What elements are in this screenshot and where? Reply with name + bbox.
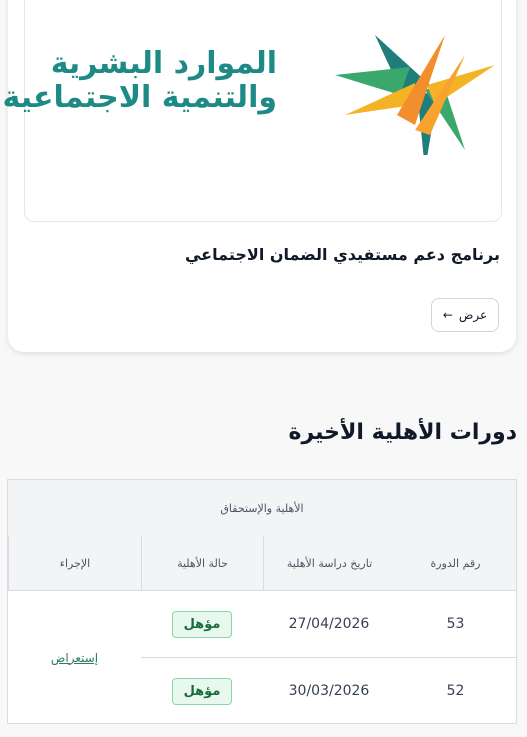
group-header: الأهلية والإستحقاق: [8, 480, 516, 537]
table-cell-cycle: 52: [446, 683, 465, 699]
section-title: دورات الأهلية الأخيرة: [288, 420, 517, 445]
ministry-logo-box: الموارد البشرية والتنمية الاجتماعية: [3, 0, 502, 222]
col-header-action: الإجراء: [8, 536, 141, 591]
col-header-date: تاريخ دراسة الأهلية: [263, 536, 395, 591]
ministry-logo-mark: [335, 35, 495, 155]
view-button[interactable]: عرض ←: [431, 298, 499, 332]
table-cell-cycle: 53: [446, 616, 465, 632]
table-cell-date: 30/03/2026: [288, 683, 370, 699]
logo-text-line1: الموارد البشرية: [50, 46, 277, 81]
status-badge: مؤهل: [171, 610, 233, 638]
review-link[interactable]: إستعراض: [51, 651, 98, 665]
program-title: برنامج دعم مستفيدي الضمان الاجتماعي: [184, 245, 500, 264]
logo-text-line2: والتنمية الاجتماعية: [2, 80, 277, 115]
status-badge: مؤهل: [171, 677, 233, 705]
table-cell-status: مؤهل: [141, 591, 263, 657]
view-button-label: عرض: [458, 308, 488, 322]
table-cell-action: إستعراض: [8, 591, 141, 724]
col-header-cycle: رقم الدورة: [395, 536, 516, 591]
table-cell-date: 27/04/2026: [288, 616, 370, 632]
eligibility-table: الأهلية والإستحقاق رقم الدورة تاريخ دراس…: [7, 479, 517, 724]
col-header-status: حالة الأهلية: [141, 536, 263, 591]
program-card: الموارد البشرية والتنمية الاجتماعية برنا…: [3, 0, 516, 352]
arrow-left-icon: ←: [442, 308, 453, 322]
ministry-logo-text: الموارد البشرية والتنمية الاجتماعية: [3, 47, 277, 115]
table-cell-status: مؤهل: [141, 658, 263, 724]
